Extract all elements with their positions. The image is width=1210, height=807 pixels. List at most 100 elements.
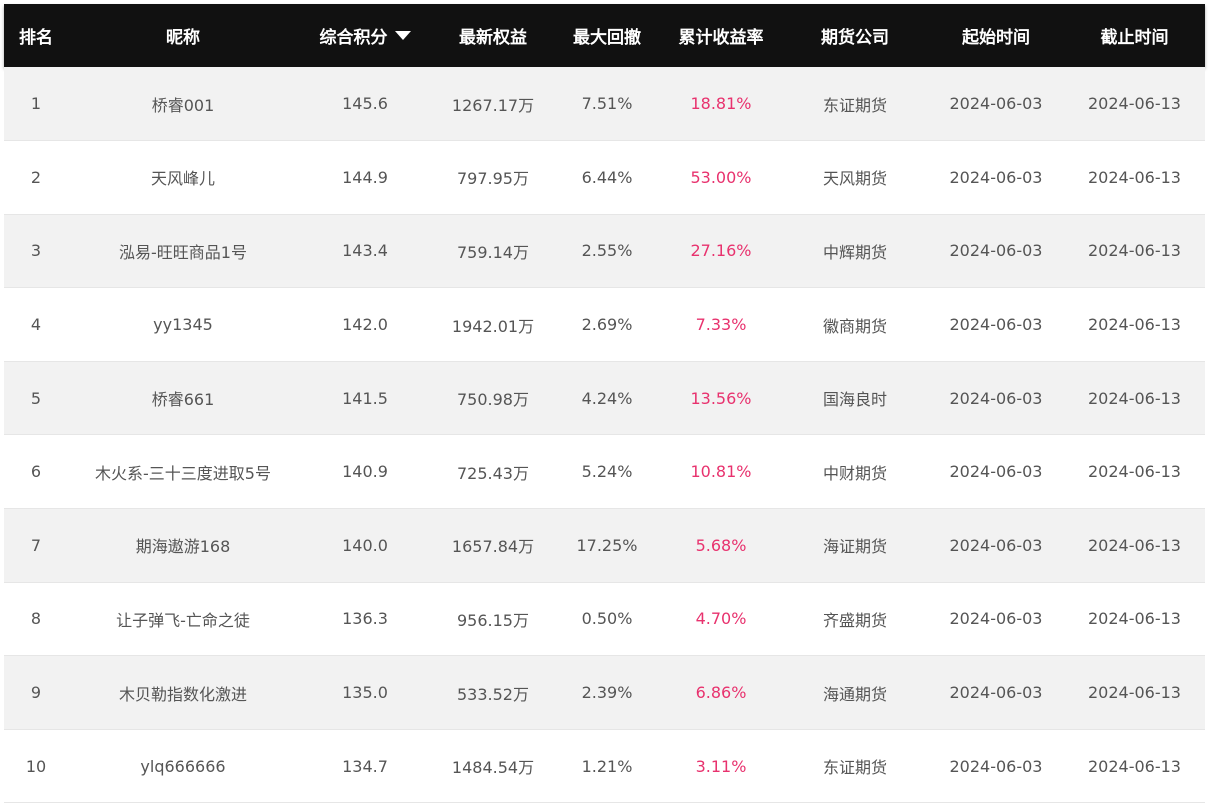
company-cell: 中财期货 [782,434,928,510]
table-row[interactable]: 7 期海遨游168 140.0 1657.84万 17.25% 5.68% 海证期货 2024… [4,508,1205,583]
header-start: 起始时间 [962,28,1030,48]
start-date-cell: 2024-06-03 [928,287,1064,362]
drawdown-cell: 0.50% [554,582,660,657]
score-cell: 144.9 [298,140,432,215]
end-date-cell: 2024-06-13 [1064,655,1205,730]
table-row[interactable]: 1 桥睿001 145.6 1267.17万 7.51% 18.81% 东证期货 2024-0… [4,67,1205,142]
end-date-cell: 2024-06-13 [1064,67,1205,142]
ranking-table: 排名 昵称 综合积分 最新权益 最大回撤 累计收益率 期货公司 起始时间 截止时… [4,4,1205,804]
drawdown-cell: 17.25% [554,508,660,583]
nickname-cell: 木火系-三十三度进取5号 [68,434,298,510]
drawdown-cell: 2.69% [554,287,660,362]
drawdown-cell: 5.24% [554,434,660,510]
table-row[interactable]: 3 泓易-旺旺商品1号 143.4 759.14万 2.55% 27.16% 中辉期货 202… [4,214,1205,289]
drawdown-cell: 4.24% [554,361,660,436]
table-row[interactable]: 6 木火系-三十三度进取5号 140.9 725.43万 5.24% 10.81% 中财期货… [4,434,1205,510]
table-row[interactable]: 4 yy1345 142.0 1942.01万 2.69% 7.33% 徽商期货 2024-0… [4,287,1205,362]
company-cell: 齐盛期货 [782,582,928,657]
equity-cell: 797.95万 [432,140,554,215]
nickname-cell: 桥睿001 [68,67,298,142]
nickname-cell: ylq666666 [68,729,298,804]
score-cell: 142.0 [298,287,432,362]
score-cell: 143.4 [298,214,432,289]
return-cell: 27.16% [660,214,782,289]
start-date-cell: 2024-06-03 [928,214,1064,289]
company-cell: 海通期货 [782,655,928,730]
header-equity: 最新权益 [459,28,527,48]
table-row[interactable]: 2 天风峰儿 144.9 797.95万 6.44% 53.00% 天风期货 2024-06-… [4,140,1205,215]
rank-cell: 8 [4,582,68,657]
equity-cell: 1484.54万 [432,729,554,804]
company-cell: 东证期货 [782,729,928,804]
start-date-cell: 2024-06-03 [928,140,1064,215]
drawdown-cell: 2.39% [554,655,660,730]
header-company: 期货公司 [821,28,889,48]
company-cell: 徽商期货 [782,287,928,362]
return-cell: 53.00% [660,140,782,215]
header-score-label: 综合积分 [319,28,388,48]
table-row[interactable]: 9 木贝勒指数化激进 135.0 533.52万 2.39% 6.86% 海通期货 2024-… [4,655,1205,730]
start-date-cell: 2024-06-03 [928,582,1064,657]
table-row[interactable]: 10 ylq666666 134.7 1484.54万 1.21% 3.11% 东证期货 20… [4,729,1205,804]
nickname-cell: 期海遨游168 [68,508,298,583]
company-cell: 东证期货 [782,67,928,142]
rank-cell: 2 [4,140,68,215]
start-date-cell: 2024-06-03 [928,361,1064,436]
equity-cell: 956.15万 [432,582,554,657]
equity-cell: 533.52万 [432,655,554,730]
rank-cell: 3 [4,214,68,289]
rank-cell: 1 [4,67,68,142]
equity-cell: 1267.17万 [432,67,554,142]
start-date-cell: 2024-06-03 [928,434,1064,510]
end-date-cell: 2024-06-13 [1064,729,1205,804]
score-cell: 141.5 [298,361,432,436]
score-cell: 145.6 [298,67,432,142]
start-date-cell: 2024-06-03 [928,508,1064,583]
equity-cell: 750.98万 [432,361,554,436]
drawdown-cell: 1.21% [554,729,660,804]
nickname-cell: 天风峰儿 [68,140,298,215]
score-cell: 135.0 [298,655,432,730]
nickname-cell: 泓易-旺旺商品1号 [68,214,298,289]
drawdown-cell: 2.55% [554,214,660,289]
table-header: 排名 昵称 综合积分 最新权益 最大回撤 累计收益率 期货公司 起始时间 截止时… [4,4,1205,67]
start-date-cell: 2024-06-03 [928,67,1064,142]
rank-cell: 6 [4,434,68,510]
end-date-cell: 2024-06-13 [1064,434,1205,510]
equity-cell: 725.43万 [432,434,554,510]
nickname-cell: yy1345 [68,287,298,362]
return-cell: 3.11% [660,729,782,804]
caret-down-icon[interactable] [394,31,411,40]
return-cell: 10.81% [660,434,782,510]
table-row[interactable]: 8 让子弹飞-亡命之徒 136.3 956.15万 0.50% 4.70% 齐盛期货 2024… [4,582,1205,657]
end-date-cell: 2024-06-13 [1064,508,1205,583]
return-cell: 6.86% [660,655,782,730]
drawdown-cell: 6.44% [554,140,660,215]
start-date-cell: 2024-06-03 [928,655,1064,730]
header-end: 截止时间 [1100,28,1169,48]
company-cell: 国海良时 [782,361,928,436]
company-cell: 中辉期货 [782,214,928,289]
header-row: 排名 昵称 综合积分 最新权益 最大回撤 累计收益率 期货公司 起始时间 截止时… [4,4,1205,67]
rank-cell: 9 [4,655,68,730]
end-date-cell: 2024-06-13 [1064,287,1205,362]
equity-cell: 1657.84万 [432,508,554,583]
table-row[interactable]: 5 桥睿661 141.5 750.98万 4.24% 13.56% 国海良时 2024-06… [4,361,1205,436]
start-date-cell: 2024-06-03 [928,729,1064,804]
equity-cell: 759.14万 [432,214,554,289]
nickname-cell: 让子弹飞-亡命之徒 [68,582,298,657]
end-date-cell: 2024-06-13 [1064,140,1205,215]
rank-cell: 10 [4,729,68,804]
end-date-cell: 2024-06-13 [1064,361,1205,436]
score-cell: 136.3 [298,582,432,657]
header-score-sortable[interactable]: 综合积分 [298,4,432,67]
header-nickname: 昵称 [166,28,200,48]
company-cell: 天风期货 [782,140,928,215]
rank-cell: 5 [4,361,68,436]
end-date-cell: 2024-06-13 [1064,214,1205,289]
header-drawdown: 最大回撤 [573,28,641,48]
drawdown-cell: 7.51% [554,67,660,142]
company-cell: 海证期货 [782,508,928,583]
header-return: 累计收益率 [678,28,764,48]
return-cell: 7.33% [660,287,782,362]
